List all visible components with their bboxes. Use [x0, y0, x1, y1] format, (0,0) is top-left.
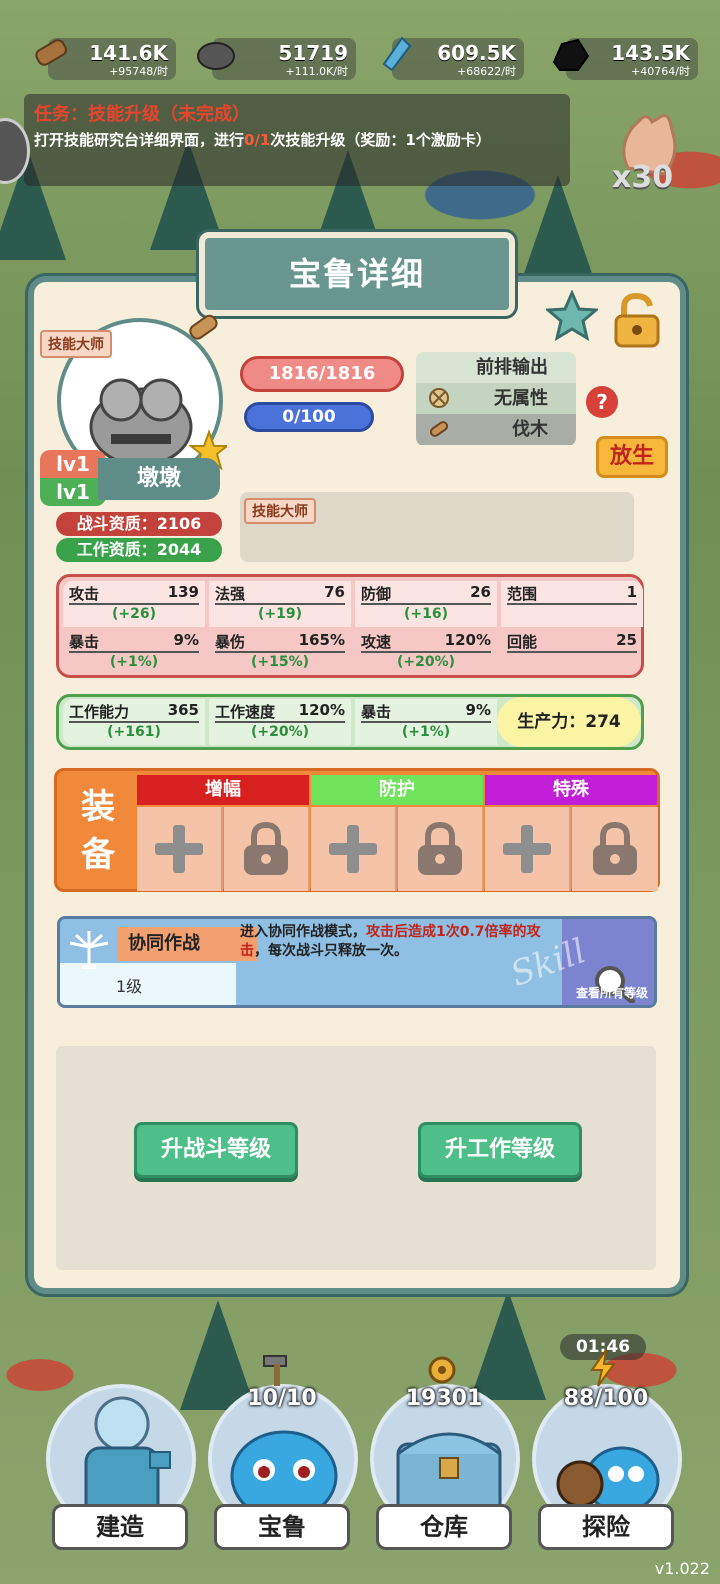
resource-value: 51719 [278, 41, 348, 65]
resource-stone[interactable]: 51719 +111.0K/时 [197, 38, 356, 80]
resource-value: 609.5K [437, 41, 516, 65]
hp-bar: 1816/1816 [240, 356, 404, 392]
nav-storage[interactable]: 19301 仓库 [364, 1356, 524, 1552]
equip-slot-locked[interactable] [572, 807, 658, 891]
hand-count: x30 [612, 160, 674, 195]
work-stats: 工作能力 365 (+161) 工作速度 120% (+20%) 暴击 9% (+1%) 生… [56, 694, 644, 750]
lock-icon [244, 821, 288, 875]
plus-icon [503, 825, 551, 873]
task-description: 打开技能研究台详细界面，进行0/1次技能升级（奖励：1个激励卡） [34, 131, 491, 149]
view-all-levels-link[interactable]: 查看所有等级 [576, 984, 648, 1001]
stat-crit: 暴击 9% (+1%) [69, 631, 199, 670]
equip-header-boost: 增幅 [137, 775, 309, 805]
stat-attack: 攻击 139 (+26) [63, 581, 205, 627]
skill-description: 进入协同作战模式，攻击后造成1次0.7倍率的攻击，每次战斗只释放一次。 [240, 924, 541, 959]
trait-tag: 技能大师 [40, 330, 112, 358]
resource-coal[interactable]: 143.5K +40764/时 [552, 38, 698, 80]
rock-icon [197, 42, 235, 70]
no-element-icon [429, 388, 449, 408]
version-label: v1.022 [654, 1559, 710, 1578]
stat-attack-speed: 攻速 120% (+20%) [361, 631, 491, 670]
upgrade-battle-button[interactable]: 升战斗等级 [134, 1122, 298, 1178]
nav-explore-label: 探险 [538, 1504, 674, 1550]
role-position: 前排输出 [416, 352, 576, 383]
plus-icon [329, 825, 377, 873]
tree [520, 175, 596, 285]
role-work: 伐木 [416, 414, 576, 445]
resource-value: 141.6K [89, 41, 168, 65]
stat-range: 范围 1 [501, 581, 643, 627]
gear-icon [428, 1356, 456, 1384]
pet-name[interactable]: 墩墩 [98, 458, 220, 500]
task-banner[interactable]: 任务：技能升级（未完成） 打开技能研究台详细界面，进行0/1次技能升级（奖励：1… [24, 94, 570, 186]
stat-defense: 防御 26 (+16) [355, 581, 497, 627]
resource-value: 143.5K [611, 41, 690, 65]
upgrade-work-button[interactable]: 升工作等级 [418, 1122, 582, 1178]
nav-storage-count: 19301 [405, 1386, 483, 1411]
log-icon [35, 39, 67, 66]
nav-build[interactable]: 建造 [40, 1356, 200, 1552]
resource-rate: +40764/时 [631, 65, 690, 78]
nav-explore[interactable]: 88/100 探险 [526, 1349, 686, 1552]
resource-wood[interactable]: 141.6K +95748/时 [35, 38, 176, 80]
release-button[interactable]: 放生 [596, 436, 668, 478]
level-box: lv1 lv1 [40, 450, 106, 506]
task-title: 任务：技能升级（未完成） [34, 104, 250, 125]
nav-pets[interactable]: 10/10 宝鲁 [202, 1355, 362, 1552]
work-level: lv1 [40, 478, 106, 506]
nav-pets-label: 宝鲁 [214, 1504, 350, 1550]
equip-slot-add[interactable] [485, 807, 571, 891]
nav-build-label: 建造 [52, 1504, 188, 1550]
skill-cooperation-icon [69, 931, 109, 969]
unlock-icon[interactable] [608, 292, 666, 350]
productivity: 生产力：274 [497, 697, 641, 747]
panel-title: 宝鲁详细 [199, 232, 515, 316]
stat-work-power: 工作能力 365 (+161) [63, 699, 205, 745]
battle-stats: 攻击 139 (+26) 法强 76 (+19) 防御 26 (+16) 范围 1 暴击 9%(… [56, 574, 644, 678]
crystal-icon [382, 36, 412, 72]
axe-log-icon [429, 421, 449, 437]
resource-rate: +95748/时 [109, 65, 168, 78]
equipment-label: 装备 [81, 787, 115, 875]
resource-crystal[interactable]: 609.5K +68622/时 [382, 36, 524, 80]
help-button[interactable]: ? [586, 386, 618, 418]
role-element: 无属性 [416, 383, 576, 414]
stat-energy-regen: 回能 25 [507, 631, 637, 653]
battle-level: lv1 [40, 450, 106, 478]
stat-work-speed: 工作速度 120% (+20%) [209, 699, 351, 745]
stat-crit-damage: 暴伤 165% (+15%) [215, 631, 345, 670]
resource-rate: +111.0K/时 [285, 65, 348, 78]
stat-work-crit: 暴击 9% (+1%) [355, 699, 497, 745]
work-quality: 工作资质：2044 [56, 538, 222, 562]
battle-quality: 战斗资质：2106 [56, 512, 222, 536]
coal-icon [552, 38, 590, 71]
plus-icon [155, 825, 203, 873]
lock-icon [418, 821, 462, 875]
task-progress: 0/1 [244, 131, 271, 149]
hammer-icon [263, 1355, 287, 1386]
lock-icon [593, 821, 637, 875]
equip-slot-locked[interactable] [398, 807, 484, 891]
energy-bar: 0/100 [244, 402, 374, 432]
favorite-star-icon[interactable] [546, 290, 598, 342]
resource-rate: +68622/时 [457, 65, 516, 78]
skill-name: 协同作战 [118, 927, 258, 961]
equip-header-special: 特殊 [485, 775, 657, 805]
stat-magic: 法强 76 (+19) [209, 581, 351, 627]
passive-skill-tag: 技能大师 [244, 498, 316, 524]
lightning-icon [590, 1349, 616, 1387]
nav-pets-count: 10/10 [247, 1386, 317, 1411]
equip-slot-add[interactable] [311, 807, 397, 891]
role-list: 前排输出 无属性 伐木 [416, 352, 576, 446]
equip-header-defense: 防护 [311, 775, 483, 805]
skill-card[interactable]: 1级 协同作战 进入协同作战模式，攻击后造成1次0.7倍率的攻击，每次战斗只释放… [57, 916, 657, 1008]
equipment-section: 装备 增幅 防护 特殊 [54, 768, 660, 892]
equip-slot-add[interactable] [137, 807, 223, 891]
log-badge-icon [189, 314, 218, 340]
equip-slot-locked[interactable] [224, 807, 310, 891]
nav-storage-label: 仓库 [376, 1504, 512, 1550]
passive-skill-box: 技能大师 [240, 492, 634, 562]
nav-explore-count: 88/100 [563, 1386, 649, 1411]
